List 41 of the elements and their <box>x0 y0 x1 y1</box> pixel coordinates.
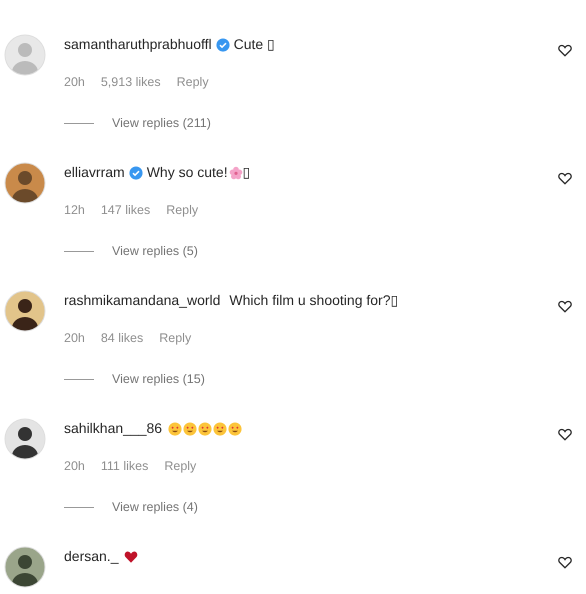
username-link[interactable]: sahilkhan___86 <box>64 418 162 439</box>
comment-text: Which film u shooting for?▯ <box>229 291 398 310</box>
reply-link[interactable]: Reply <box>166 201 198 220</box>
avatar-icon[interactable] <box>4 418 46 460</box>
smiley-emoji-icon <box>213 422 228 436</box>
avatar-icon[interactable] <box>4 162 46 204</box>
view-replies-link[interactable]: View replies (4) <box>112 498 198 516</box>
like-button[interactable] <box>558 44 572 57</box>
like-button[interactable] <box>558 556 572 569</box>
comment-time: 12h <box>64 202 85 219</box>
heart-emoji-icon <box>124 550 138 564</box>
username-link[interactable]: dersan._ <box>64 546 118 567</box>
view-replies-link[interactable]: View replies (15) <box>112 370 205 388</box>
username-link[interactable]: rashmikamandana_world <box>64 290 220 311</box>
reply-link[interactable]: Reply <box>164 457 196 476</box>
smiley-emoji-icon <box>183 422 198 436</box>
username-link[interactable]: samantharuthprabhuoffl <box>64 34 212 55</box>
flower-emoji-icon <box>228 166 243 180</box>
view-replies-link[interactable]: View replies (211) <box>112 114 211 132</box>
like-count: 84 likes <box>100 330 144 347</box>
comment-text: ▯ <box>242 163 251 182</box>
reply-link[interactable]: Reply <box>159 329 192 348</box>
like-count: 5,913 likes <box>100 74 161 91</box>
avatar-icon[interactable] <box>4 290 46 332</box>
like-button[interactable] <box>558 300 572 313</box>
comment-text: Why so cute! <box>146 163 228 182</box>
comment-text: Cute ▯ <box>234 35 276 54</box>
comment-time: 20h <box>64 458 85 475</box>
like-button[interactable] <box>558 172 572 185</box>
like-button[interactable] <box>558 428 572 441</box>
smiley-emoji-icon <box>168 422 182 436</box>
like-count: 111 likes <box>100 458 148 475</box>
reply-link[interactable]: Reply <box>176 73 209 92</box>
smiley-emoji-icon <box>198 422 212 436</box>
like-count: 147 likes <box>100 202 150 219</box>
view-replies-link[interactable]: View replies (5) <box>112 242 198 260</box>
avatar-icon[interactable] <box>4 546 46 588</box>
username-link[interactable]: elliavrram <box>64 162 125 183</box>
smiley-emoji-icon <box>228 422 242 436</box>
comment-time: 20h <box>64 74 85 91</box>
comment-time: 20h <box>64 330 85 347</box>
